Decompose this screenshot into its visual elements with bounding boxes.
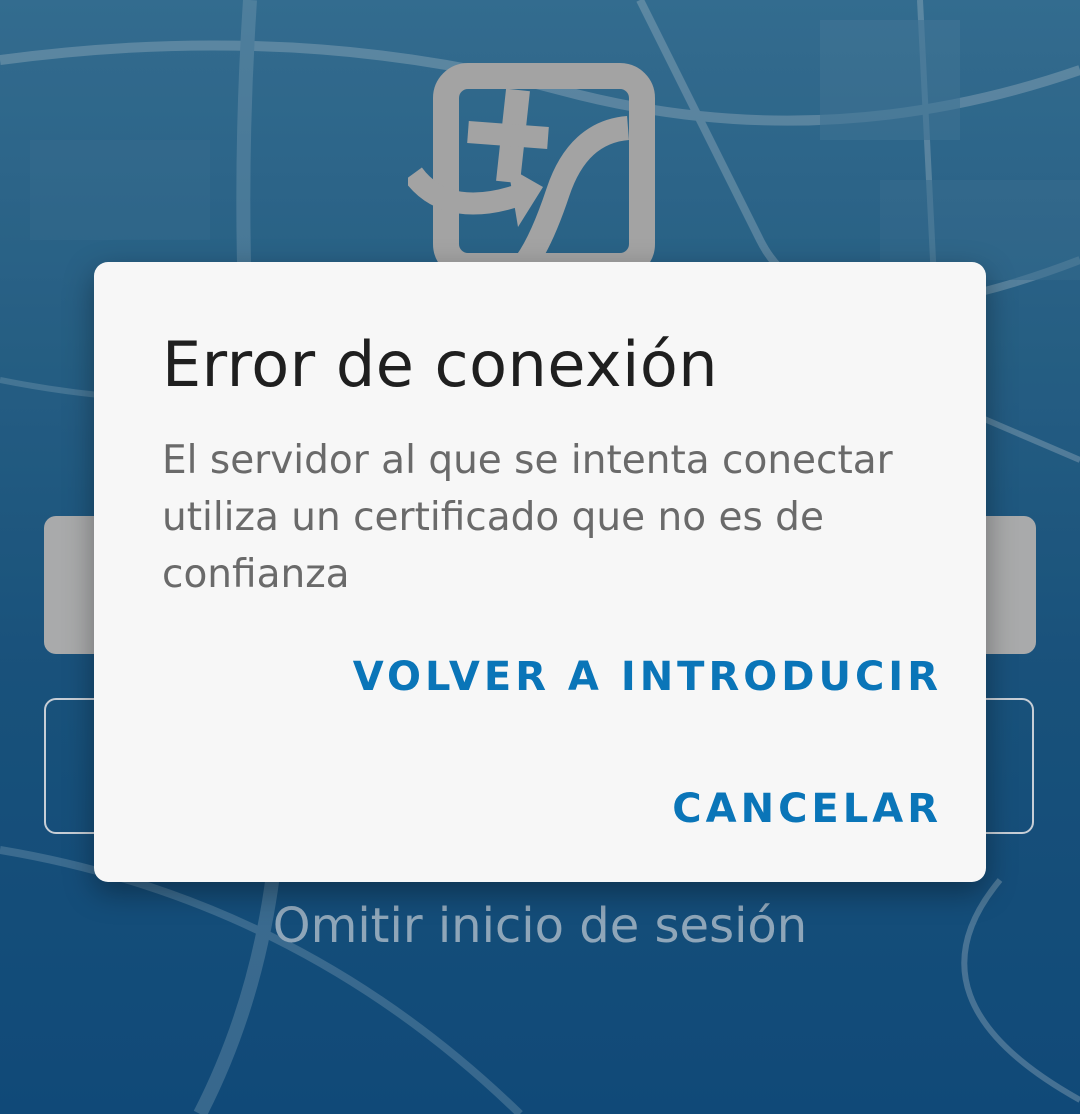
skip-login-link: Omitir inicio de sesión bbox=[272, 898, 808, 954]
connection-error-dialog: Error de conexión El servidor al que se … bbox=[94, 262, 986, 882]
app-logo-icon bbox=[408, 63, 655, 272]
dialog-message: El servidor al que se intenta conectar u… bbox=[162, 438, 893, 597]
reenter-button[interactable]: VOLVER A INTRODUCIR bbox=[353, 654, 942, 700]
cancel-button[interactable]: CANCELAR bbox=[672, 786, 942, 832]
dialog-title: Error de conexión bbox=[162, 328, 719, 401]
login-screen: Omitir inicio de sesión Error de conexió… bbox=[0, 0, 1080, 1114]
